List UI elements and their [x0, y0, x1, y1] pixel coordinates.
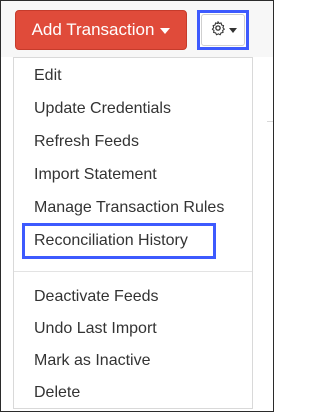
- menu-item-refresh-feeds[interactable]: Refresh Feeds: [34, 132, 139, 152]
- settings-highlight: [197, 10, 249, 50]
- menu-item-import-statement[interactable]: Import Statement: [34, 165, 157, 185]
- menu-item-label: Refresh Feeds: [34, 133, 139, 150]
- settings-menu: Edit Update Credentials Refresh Feeds Im…: [13, 57, 253, 409]
- toolbar: Add Transaction: [1, 1, 273, 57]
- add-transaction-label: Add Transaction: [31, 20, 155, 39]
- menu-item-undo-last-import[interactable]: Undo Last Import: [34, 319, 157, 339]
- menu-item-deactivate-feeds[interactable]: Deactivate Feeds: [34, 287, 159, 307]
- menu-item-mark-as-inactive[interactable]: Mark as Inactive: [34, 351, 150, 371]
- gear-icon: [210, 20, 226, 41]
- menu-item-label: Mark as Inactive: [34, 352, 151, 369]
- menu-item-reconciliation-history[interactable]: Reconciliation History: [34, 231, 188, 251]
- caret-down-icon: [160, 28, 171, 34]
- background-edge-line: [267, 121, 273, 122]
- menu-item-label: Reconciliation History: [34, 232, 188, 249]
- menu-item-label: Undo Last Import: [34, 320, 157, 337]
- window-frame: Add Transaction Edit Update Credentials: [0, 0, 274, 412]
- menu-item-label: Edit: [34, 67, 62, 84]
- menu-item-label: Delete: [34, 384, 81, 401]
- menu-item-label: Deactivate Feeds: [34, 288, 159, 305]
- menu-item-label: Import Statement: [34, 166, 157, 183]
- menu-item-manage-transaction-rules[interactable]: Manage Transaction Rules: [34, 198, 224, 218]
- settings-dropdown-button[interactable]: [201, 14, 245, 46]
- add-transaction-button[interactable]: Add Transaction: [15, 10, 187, 50]
- menu-item-edit[interactable]: Edit: [34, 66, 62, 86]
- menu-item-update-credentials[interactable]: Update Credentials: [34, 99, 171, 119]
- menu-item-delete[interactable]: Delete: [34, 383, 80, 403]
- menu-divider: [14, 271, 252, 272]
- menu-item-label: Manage Transaction Rules: [34, 199, 225, 216]
- menu-item-label: Update Credentials: [34, 100, 171, 117]
- caret-down-icon: [228, 27, 237, 33]
